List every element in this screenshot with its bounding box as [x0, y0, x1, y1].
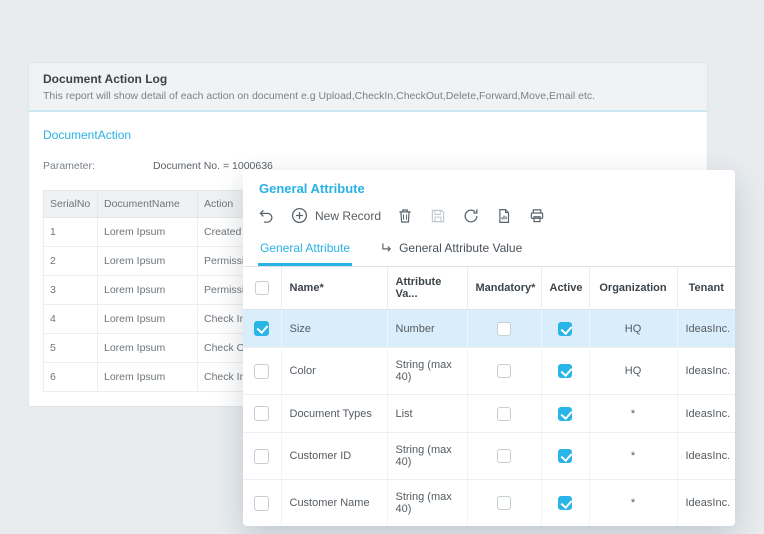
active-checkbox[interactable]	[558, 364, 572, 378]
tab-bar: General Attribute General Attribute Valu…	[243, 234, 735, 267]
col-organization: Organization	[589, 267, 677, 310]
row-checkbox[interactable]	[254, 496, 269, 511]
mandatory-checkbox[interactable]	[497, 496, 511, 510]
tab-label: General Attribute	[260, 241, 350, 255]
document-action-link[interactable]: DocumentAction	[43, 128, 131, 142]
col-name: Name*	[281, 267, 387, 310]
subdirectory-arrow-right-icon	[380, 241, 394, 255]
col-mandatory: Mandatory*	[467, 267, 541, 310]
new-record-label: New Record	[315, 209, 381, 223]
header-checkbox-cell	[243, 267, 281, 310]
refresh-icon	[462, 207, 480, 225]
attr-table-header-row: Name* Attribute Va... Mandatory* Active …	[243, 267, 735, 310]
cell-tenant: IdeasInc.	[677, 395, 735, 433]
cell-name: Color	[281, 348, 387, 395]
cell-tenant: IdeasInc.	[677, 480, 735, 527]
table-row[interactable]: Customer Name String (max 40) * IdeasInc…	[243, 480, 735, 527]
undo-icon	[257, 207, 275, 225]
doc-panel-subtitle: This report will show detail of each act…	[43, 90, 693, 102]
active-checkbox[interactable]	[558, 322, 572, 336]
cell-attribute: String (max 40)	[387, 348, 467, 395]
row-checkbox[interactable]	[254, 364, 269, 379]
doc-panel-header: Document Action Log This report will sho…	[29, 63, 707, 112]
cell-name: Customer Name	[281, 480, 387, 527]
parameter-label: Parameter:	[43, 160, 95, 172]
cell-serial: 2	[44, 247, 98, 276]
table-row[interactable]: Size Number HQ IdeasInc.	[243, 310, 735, 348]
doc-col-serialno: SerialNo	[44, 191, 98, 218]
table-row[interactable]: Document Types List * IdeasInc.	[243, 395, 735, 433]
toolbar: New Record	[243, 200, 735, 234]
save-button[interactable]	[429, 207, 447, 225]
col-tenant: Tenant	[677, 267, 735, 310]
table-row[interactable]: Color String (max 40) HQ IdeasInc.	[243, 348, 735, 395]
mandatory-checkbox[interactable]	[497, 364, 511, 378]
doc-panel-title: Document Action Log	[43, 72, 693, 86]
mandatory-checkbox[interactable]	[497, 449, 511, 463]
row-checkbox[interactable]	[254, 406, 269, 421]
cell-attribute: Number	[387, 310, 467, 348]
refresh-button[interactable]	[462, 207, 480, 225]
select-all-checkbox[interactable]	[255, 281, 269, 295]
export-button[interactable]	[495, 207, 513, 225]
mandatory-checkbox[interactable]	[497, 407, 511, 421]
mandatory-checkbox[interactable]	[497, 322, 511, 336]
desktop-background: Document Action Log This report will sho…	[0, 0, 764, 534]
panel-title: General Attribute	[243, 170, 735, 200]
cell-name: Lorem Ipsum	[98, 305, 198, 334]
cell-serial: 1	[44, 218, 98, 247]
cell-tenant: IdeasInc.	[677, 310, 735, 348]
print-button[interactable]	[528, 207, 546, 225]
cell-name: Lorem Ipsum	[98, 363, 198, 392]
cell-name: Customer ID	[281, 433, 387, 480]
col-attribute-value: Attribute Va...	[387, 267, 467, 310]
undo-button[interactable]	[257, 207, 275, 225]
cell-attribute: List	[387, 395, 467, 433]
cell-name: Lorem Ipsum	[98, 276, 198, 305]
cell-serial: 5	[44, 334, 98, 363]
plus-circle-icon	[290, 206, 309, 225]
cell-serial: 6	[44, 363, 98, 392]
table-row[interactable]: Customer ID String (max 40) * IdeasInc.	[243, 433, 735, 480]
cell-tenant: IdeasInc.	[677, 433, 735, 480]
col-active: Active	[541, 267, 589, 310]
cell-organization: *	[589, 480, 677, 527]
cell-attribute: String (max 40)	[387, 480, 467, 527]
cell-serial: 4	[44, 305, 98, 334]
row-checkbox[interactable]	[254, 449, 269, 464]
export-report-icon	[495, 207, 513, 225]
save-icon	[429, 207, 447, 225]
trash-icon	[396, 207, 414, 225]
cell-name: Lorem Ipsum	[98, 247, 198, 276]
tab-general-attribute[interactable]: General Attribute	[258, 234, 352, 266]
row-checkbox[interactable]	[254, 321, 269, 336]
print-icon	[528, 207, 546, 225]
cell-organization: *	[589, 395, 677, 433]
cell-name: Lorem Ipsum	[98, 334, 198, 363]
cell-name: Document Types	[281, 395, 387, 433]
cell-serial: 3	[44, 276, 98, 305]
doc-col-documentname: DocumentName	[98, 191, 198, 218]
general-attribute-table: Name* Attribute Va... Mandatory* Active …	[243, 267, 735, 526]
active-checkbox[interactable]	[558, 449, 572, 463]
delete-button[interactable]	[396, 207, 414, 225]
cell-organization: HQ	[589, 310, 677, 348]
active-checkbox[interactable]	[558, 496, 572, 510]
cell-name: Lorem Ipsum	[98, 218, 198, 247]
new-record-button[interactable]: New Record	[290, 206, 381, 225]
cell-name: Size	[281, 310, 387, 348]
cell-tenant: IdeasInc.	[677, 348, 735, 395]
general-attribute-panel: General Attribute New Record	[243, 170, 735, 526]
tab-general-attribute-value[interactable]: General Attribute Value	[378, 234, 524, 266]
cell-attribute: String (max 40)	[387, 433, 467, 480]
cell-organization: *	[589, 433, 677, 480]
cell-organization: HQ	[589, 348, 677, 395]
active-checkbox[interactable]	[558, 407, 572, 421]
tab-label: General Attribute Value	[399, 241, 522, 255]
